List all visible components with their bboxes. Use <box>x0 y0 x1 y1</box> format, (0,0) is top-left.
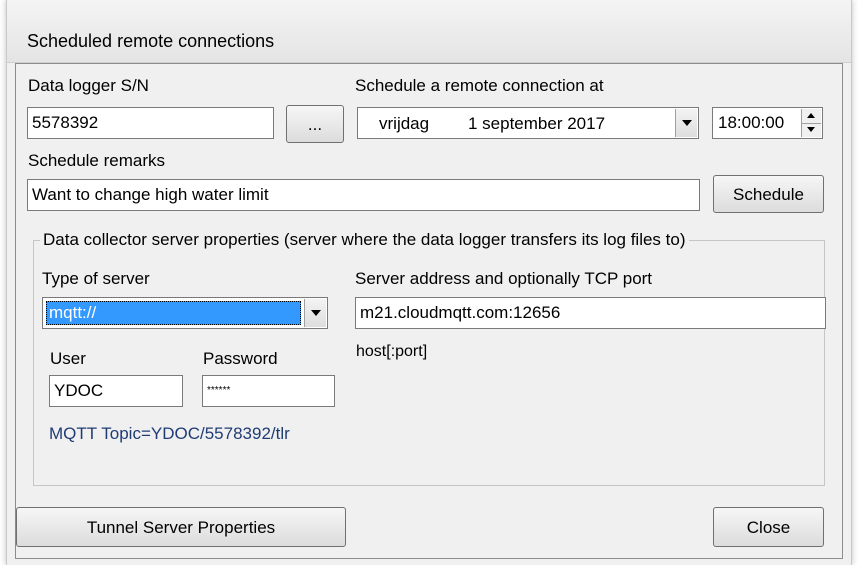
server-type-label: Type of server <box>42 269 150 288</box>
dialog-window: Scheduled remote connections Data logger… <box>6 0 852 565</box>
remarks-label: Schedule remarks <box>28 151 166 170</box>
schedule-day: vrijdag <box>379 114 430 133</box>
address-hint: host[:port] <box>356 343 428 360</box>
user-label: User <box>50 349 86 368</box>
collector-group-title: Data collector server properties (server… <box>40 230 689 250</box>
time-spinner[interactable] <box>801 109 821 137</box>
browse-logger-button[interactable]: ... <box>286 105 344 143</box>
remarks-input[interactable]: Want to change high water limit <box>27 179 700 211</box>
password-label: Password <box>203 349 278 368</box>
title-bar[interactable]: Scheduled remote connections <box>7 0 851 63</box>
schedule-date: 1 september 2017 <box>468 114 606 133</box>
date-dropdown-icon[interactable] <box>675 109 697 137</box>
server-type-dropdown-icon[interactable] <box>304 299 326 327</box>
server-address-input[interactable]: m21.cloudmqtt.com:12656 <box>355 297 826 329</box>
window-title: Scheduled remote connections <box>27 31 275 51</box>
dialog-client-area: Data logger S/N Schedule a remote connec… <box>15 63 843 559</box>
user-input[interactable]: YDOC <box>49 375 183 407</box>
schedule-at-label: Schedule a remote connection at <box>355 76 604 95</box>
spin-up-icon[interactable] <box>802 109 821 124</box>
close-button[interactable]: Close <box>713 507 824 547</box>
logger-sn-input[interactable]: 5578392 <box>27 107 274 139</box>
schedule-date-picker[interactable]: vrijdag 1 september 2017 <box>357 107 699 139</box>
logger-sn-label: Data logger S/N <box>28 76 149 95</box>
schedule-time-input[interactable]: 18:00:00 <box>712 107 823 139</box>
tunnel-server-properties-button[interactable]: Tunnel Server Properties <box>16 507 346 547</box>
spin-down-icon[interactable] <box>802 123 821 137</box>
mqtt-topic-text: MQTT Topic=YDOC/5578392/tlr <box>49 424 290 443</box>
address-label: Server address and optionally TCP port <box>355 269 653 288</box>
server-type-selected: mqtt:// <box>46 301 301 325</box>
schedule-time-value: 18:00:00 <box>718 113 785 132</box>
schedule-button[interactable]: Schedule <box>713 175 824 213</box>
password-input[interactable]: ****** <box>202 375 335 407</box>
server-type-select[interactable]: mqtt:// <box>42 297 328 329</box>
